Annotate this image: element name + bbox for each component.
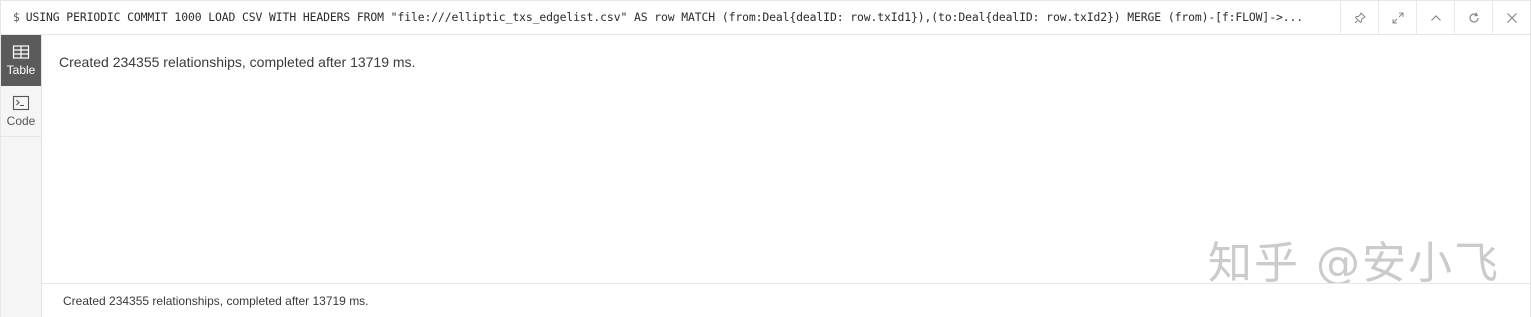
- tab-code-label: Code: [6, 113, 36, 128]
- command-query: USING PERIODIC COMMIT 1000 LOAD CSV WITH…: [25, 10, 1303, 24]
- command-text[interactable]: $ USING PERIODIC COMMIT 1000 LOAD CSV WIT…: [13, 1, 1348, 34]
- code-icon: [12, 95, 30, 110]
- command-prompt: $: [13, 10, 20, 24]
- refresh-icon: [1468, 12, 1479, 23]
- close-button[interactable]: [1492, 1, 1530, 34]
- status-message: Created 234355 relationships, completed …: [63, 294, 369, 308]
- collapse-button[interactable]: [1416, 1, 1454, 34]
- status-bar: Created 234355 relationships, completed …: [42, 283, 1530, 317]
- tab-table[interactable]: Table: [1, 35, 41, 86]
- watermark: 知乎 @安小飞: [1208, 238, 1500, 289]
- table-icon: [12, 45, 30, 59]
- tab-code[interactable]: Code: [1, 86, 41, 137]
- frame-actions: [1340, 1, 1530, 34]
- pin-icon: [1354, 11, 1366, 23]
- close-icon: [1506, 12, 1517, 23]
- chevron-up-icon: [1430, 14, 1441, 21]
- rerun-button[interactable]: [1454, 1, 1492, 34]
- pin-button[interactable]: [1340, 1, 1378, 34]
- expand-icon: [1392, 12, 1403, 23]
- view-tab-rail: Table Code: [1, 35, 42, 317]
- expand-button[interactable]: [1378, 1, 1416, 34]
- command-bar: $ USING PERIODIC COMMIT 1000 LOAD CSV WIT…: [1, 1, 1530, 35]
- tab-table-label: Table: [6, 63, 36, 77]
- result-message: Created 234355 relationships, completed …: [59, 54, 416, 70]
- result-frame: $ USING PERIODIC COMMIT 1000 LOAD CSV WIT…: [0, 0, 1531, 317]
